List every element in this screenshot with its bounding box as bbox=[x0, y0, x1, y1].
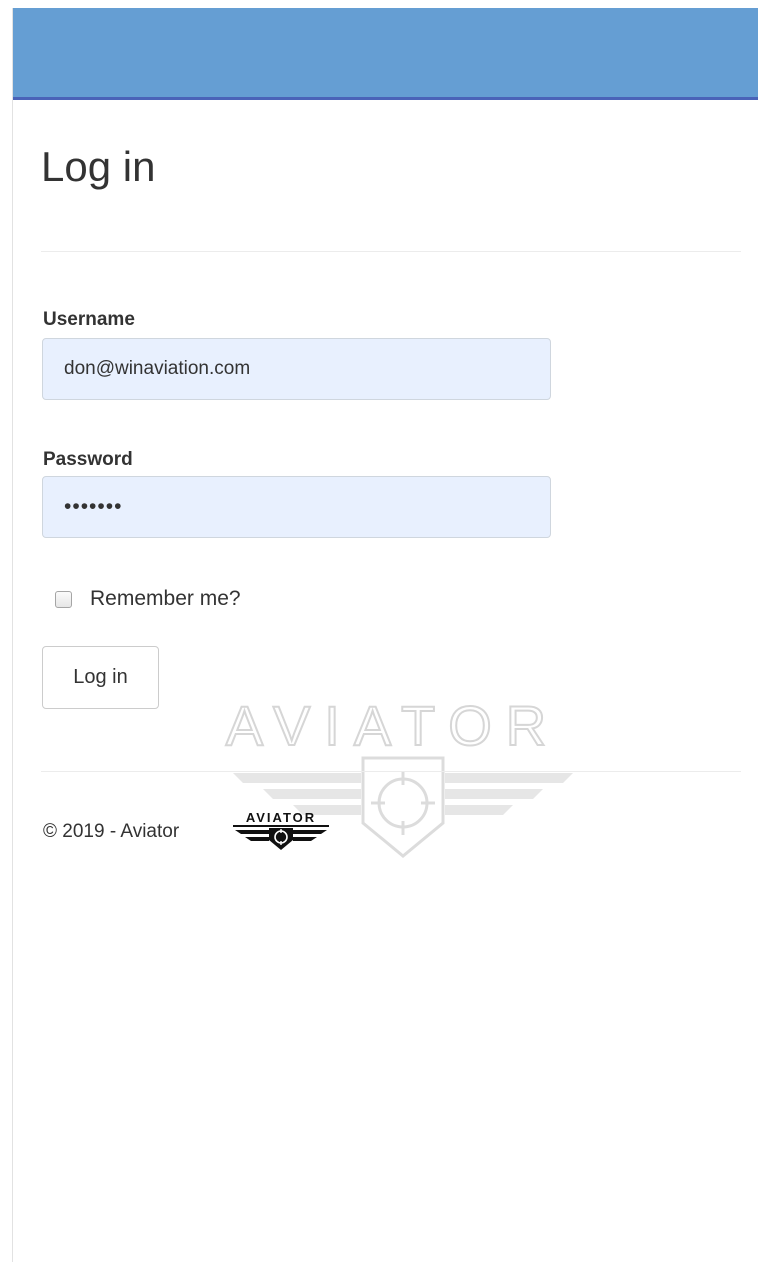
top-navbar bbox=[13, 8, 758, 100]
username-label: Username bbox=[43, 309, 135, 330]
page-frame: Log in AVIATOR Username Password Remembe… bbox=[12, 8, 758, 1262]
remember-me-checkbox[interactable] bbox=[55, 590, 72, 608]
page-title: Log in bbox=[41, 143, 156, 190]
password-label: Password bbox=[43, 449, 133, 470]
remember-me-row[interactable]: Remember me? bbox=[55, 585, 241, 613]
footer-logo-text: AVIATOR bbox=[246, 810, 316, 825]
login-button[interactable]: Log in bbox=[42, 646, 159, 709]
username-input[interactable] bbox=[42, 338, 551, 400]
remember-me-label[interactable]: Remember me? bbox=[90, 587, 241, 611]
watermark-crosshair-circle bbox=[377, 777, 429, 829]
footer-copyright: © 2019 - Aviator bbox=[43, 821, 180, 842]
aviator-logo-icon: AVIATOR bbox=[233, 810, 329, 850]
password-input[interactable] bbox=[42, 476, 551, 538]
footer-divider bbox=[41, 771, 741, 772]
watermark-text: AVIATOR bbox=[226, 694, 561, 757]
title-divider bbox=[41, 251, 741, 252]
